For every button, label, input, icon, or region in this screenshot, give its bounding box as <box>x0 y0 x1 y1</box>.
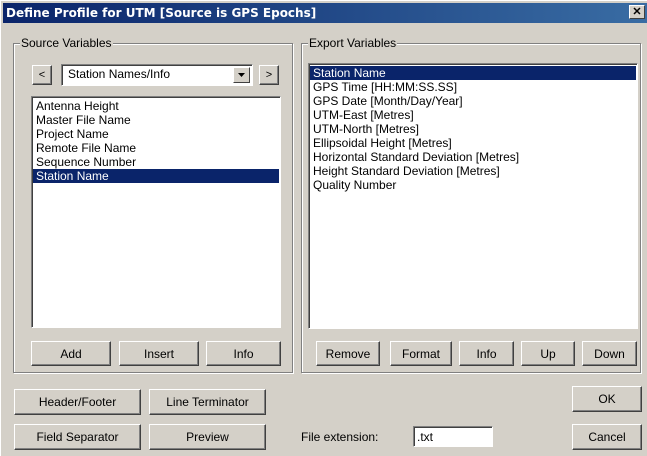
chevron-left-icon: < <box>38 68 46 81</box>
source-variables-list[interactable]: Antenna Height Master File Name Project … <box>31 96 281 328</box>
line-terminator-button-label: Line Terminator <box>166 395 249 409</box>
insert-button[interactable]: Insert <box>119 341 199 366</box>
window-title: Define Profile for UTM [Source is GPS Ep… <box>6 6 317 20</box>
cancel-button[interactable]: Cancel <box>572 424 642 450</box>
list-item[interactable]: Remote File Name <box>33 141 279 155</box>
up-button-label: Up <box>540 346 556 361</box>
up-button[interactable]: Up <box>521 341 575 366</box>
export-variables-list[interactable]: Station Name GPS Time [HH:MM:SS.SS] GPS … <box>308 63 638 329</box>
remove-button[interactable]: Remove <box>316 341 380 366</box>
field-separator-button[interactable]: Field Separator <box>14 424 141 450</box>
source-category-value: Station Names/Info <box>68 67 171 81</box>
source-variables-label: Source Variables <box>20 36 113 50</box>
close-icon: ✕ <box>632 6 642 18</box>
preview-button[interactable]: Preview <box>149 424 266 450</box>
preview-button-label: Preview <box>186 430 229 444</box>
list-item[interactable]: Master File Name <box>33 113 279 127</box>
export-info-button[interactable]: Info <box>459 341 514 366</box>
format-button-label: Format <box>401 346 440 361</box>
header-footer-button[interactable]: Header/Footer <box>14 389 141 415</box>
list-item[interactable]: Height Standard Deviation [Metres] <box>310 164 636 178</box>
down-button-label: Down <box>594 346 625 361</box>
list-item[interactable]: Ellipsoidal Height [Metres] <box>310 136 636 150</box>
export-info-button-label: Info <box>476 346 497 361</box>
ok-button[interactable]: OK <box>572 386 642 412</box>
list-item[interactable]: Project Name <box>33 127 279 141</box>
remove-button-label: Remove <box>325 346 371 361</box>
source-info-button[interactable]: Info <box>206 341 281 366</box>
add-button-label: Add <box>60 346 82 361</box>
source-info-button-label: Info <box>233 346 254 361</box>
add-button[interactable]: Add <box>31 341 111 366</box>
source-prev-button[interactable]: < <box>32 65 52 85</box>
file-extension-input[interactable] <box>413 426 493 447</box>
format-button[interactable]: Format <box>390 341 452 366</box>
export-variables-label: Export Variables <box>308 36 398 50</box>
list-item[interactable]: GPS Date [Month/Day/Year] <box>310 94 636 108</box>
list-item[interactable]: Quality Number <box>310 178 636 192</box>
header-footer-button-label: Header/Footer <box>38 395 117 409</box>
close-button[interactable]: ✕ <box>629 5 645 19</box>
field-separator-button-label: Field Separator <box>36 430 119 444</box>
chevron-right-icon: > <box>265 68 273 81</box>
title-bar[interactable]: Define Profile for UTM [Source is GPS Ep… <box>3 3 647 23</box>
list-item[interactable]: Horizontal Standard Deviation [Metres] <box>310 150 636 164</box>
source-category-combo[interactable]: Station Names/Info <box>61 64 253 86</box>
combo-dropdown-button[interactable] <box>233 67 250 83</box>
list-item-selected[interactable]: Station Name <box>33 169 279 183</box>
file-extension-label: File extension: <box>301 430 379 444</box>
list-item[interactable]: UTM-East [Metres] <box>310 108 636 122</box>
cancel-button-label: Cancel <box>588 430 626 444</box>
chevron-down-icon <box>238 73 245 77</box>
insert-button-label: Insert <box>143 346 174 361</box>
line-terminator-button[interactable]: Line Terminator <box>149 389 266 415</box>
list-item[interactable]: GPS Time [HH:MM:SS.SS] <box>310 80 636 94</box>
list-item[interactable]: UTM-North [Metres] <box>310 122 636 136</box>
list-item-selected[interactable]: Station Name <box>310 66 636 80</box>
dialog-window: Define Profile for UTM [Source is GPS Ep… <box>0 0 647 456</box>
ok-button-label: OK <box>598 392 616 406</box>
list-item[interactable]: Antenna Height <box>33 99 279 113</box>
source-next-button[interactable]: > <box>259 65 279 85</box>
list-item[interactable]: Sequence Number <box>33 155 279 169</box>
down-button[interactable]: Down <box>582 341 637 366</box>
